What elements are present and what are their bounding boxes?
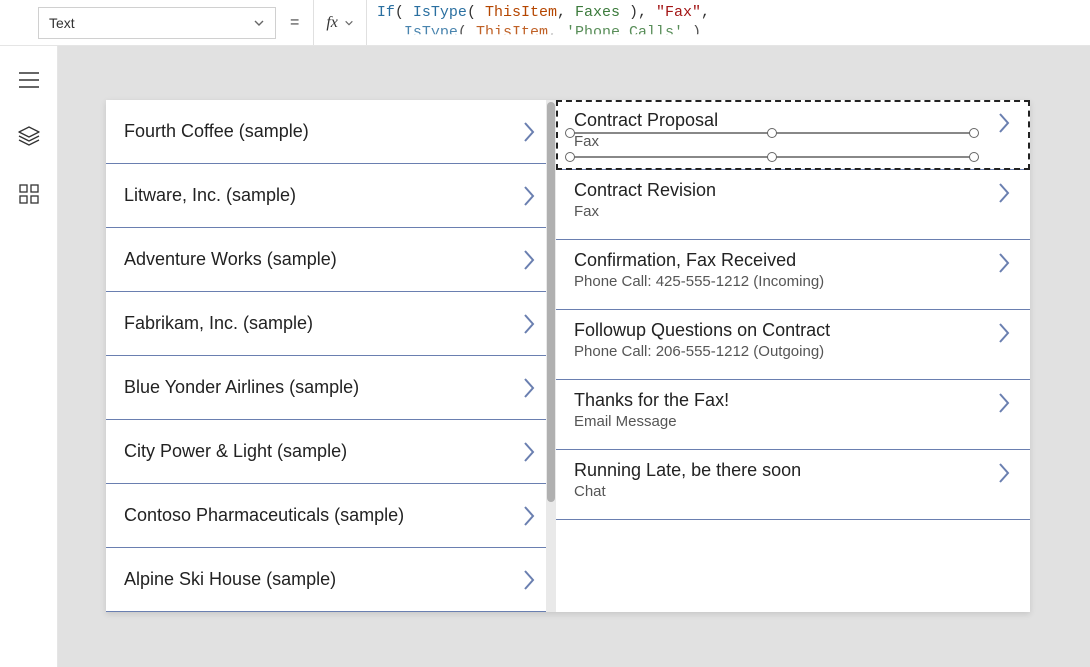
account-list-item[interactable]: City Power & Light (sample) [106,420,555,484]
account-list-item[interactable]: Contoso Pharmaceuticals (sample) [106,484,555,548]
activity-subtitle: Email Message [574,413,729,430]
chevron-down-icon [344,18,354,28]
activity-title: Confirmation, Fax Received [574,250,824,271]
activity-subtitle: Chat [574,483,801,500]
chevron-right-icon[interactable] [996,180,1012,206]
account-title: Adventure Works (sample) [124,249,337,270]
activity-list-item[interactable]: Contract Proposal Fax [556,100,1030,170]
chevron-right-icon[interactable] [521,183,537,209]
account-list-item[interactable]: Alpine Ski House (sample) [106,548,555,612]
chevron-right-icon[interactable] [996,110,1012,136]
menu-icon[interactable] [19,72,39,88]
equals-label: = [286,14,303,32]
activities-gallery[interactable]: Contract Proposal Fax Contract Revision Fax… [556,100,1030,612]
account-title: Fabrikam, Inc. (sample) [124,313,313,334]
activity-title: Contract Revision [574,180,716,201]
activity-subtitle: Phone Call: 425-555-1212 (Incoming) [574,273,824,290]
activity-list-item[interactable]: Contract Revision Fax [556,170,1030,240]
account-list-item[interactable]: Blue Yonder Airlines (sample) [106,356,555,420]
chevron-right-icon[interactable] [521,375,537,401]
activity-list-item[interactable]: Confirmation, Fax Received Phone Call: 42… [556,240,1030,310]
activity-title: Followup Questions on Contract [574,320,830,341]
chevron-right-icon[interactable] [996,390,1012,416]
selection-handle[interactable] [767,152,777,162]
activity-list-item[interactable]: Thanks for the Fax! Email Message [556,380,1030,450]
selection-handle[interactable] [565,128,575,138]
fx-label: fx [326,14,338,32]
selection-box[interactable] [570,156,974,158]
side-rail [0,46,58,667]
chevron-right-icon[interactable] [521,247,537,273]
top-toolbar: Text = fx If( IsType( ThisItem, Faxes ),… [0,0,1090,46]
formula-bar: fx If( IsType( ThisItem, Faxes ), "Fax",… [313,0,1090,45]
canvas[interactable]: Fourth Coffee (sample) Litware, Inc. (sam… [58,46,1090,667]
selection-box[interactable] [570,132,974,134]
formula-input[interactable]: If( IsType( ThisItem, Faxes ), "Fax", Is… [367,0,1090,46]
chevron-right-icon[interactable] [521,439,537,465]
activity-title: Contract Proposal [574,110,718,131]
selection-handle[interactable] [969,152,979,162]
workspace: Fourth Coffee (sample) Litware, Inc. (sam… [0,46,1090,667]
app-preview: Fourth Coffee (sample) Litware, Inc. (sam… [106,100,1030,612]
account-title: Fourth Coffee (sample) [124,121,309,142]
accounts-gallery[interactable]: Fourth Coffee (sample) Litware, Inc. (sam… [106,100,556,612]
chevron-right-icon[interactable] [996,460,1012,486]
account-title: Litware, Inc. (sample) [124,185,296,206]
property-select-value: Text [49,15,75,31]
selection-handle[interactable] [969,128,979,138]
activity-subtitle: Fax [574,133,718,150]
activity-subtitle: Fax [574,203,716,220]
layers-icon[interactable] [18,126,40,146]
account-title: Blue Yonder Airlines (sample) [124,377,359,398]
account-title: Contoso Pharmaceuticals (sample) [124,505,404,526]
activity-list-item[interactable]: Followup Questions on Contract Phone Call… [556,310,1030,380]
selection-handle[interactable] [767,128,777,138]
chevron-right-icon[interactable] [521,119,537,145]
activity-list-item[interactable]: Running Late, be there soon Chat [556,450,1030,520]
selection-handle[interactable] [565,152,575,162]
chevron-right-icon[interactable] [996,320,1012,346]
account-list-item[interactable]: Adventure Works (sample) [106,228,555,292]
account-title: Alpine Ski House (sample) [124,569,336,590]
chevron-right-icon[interactable] [996,250,1012,276]
scrollbar-track[interactable] [546,100,556,612]
account-list-item[interactable]: Fourth Coffee (sample) [106,100,555,164]
components-icon[interactable] [19,184,39,204]
activity-title: Running Late, be there soon [574,460,801,481]
activity-title: Thanks for the Fax! [574,390,729,411]
account-list-item[interactable]: Litware, Inc. (sample) [106,164,555,228]
property-select[interactable]: Text [38,7,276,39]
account-title: City Power & Light (sample) [124,441,347,462]
chevron-right-icon[interactable] [521,503,537,529]
chevron-right-icon[interactable] [521,311,537,337]
chevron-down-icon [253,17,265,29]
chevron-right-icon[interactable] [521,567,537,593]
account-list-item[interactable]: Fabrikam, Inc. (sample) [106,292,555,356]
activity-subtitle: Phone Call: 206-555-1212 (Outgoing) [574,343,830,360]
scrollbar-thumb[interactable] [547,102,555,502]
fx-button[interactable]: fx [314,0,367,45]
